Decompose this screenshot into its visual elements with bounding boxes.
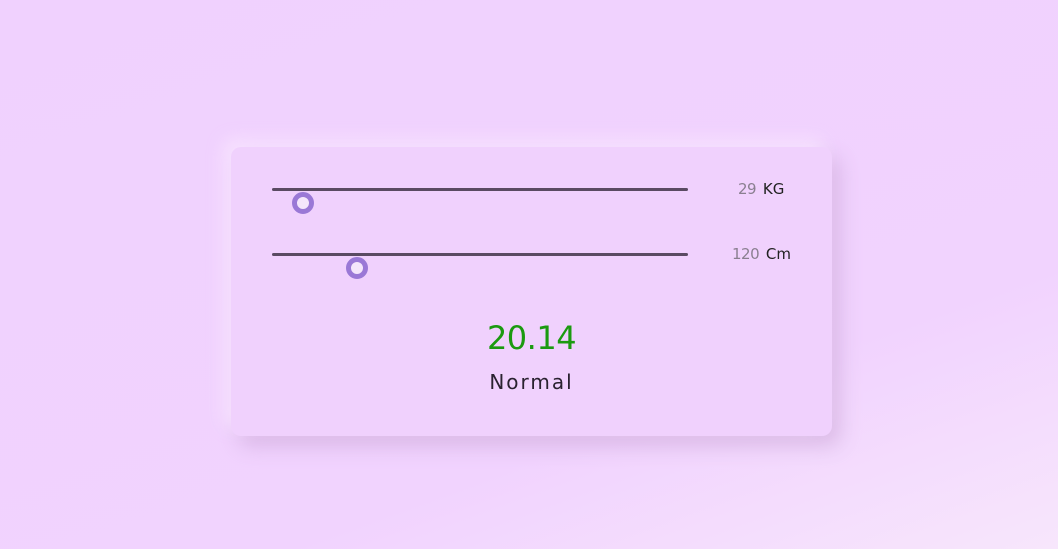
bmi-calculator-card: 29 KG 120 Cm 20.14 Normal xyxy=(231,147,832,436)
weight-slider-track[interactable] xyxy=(272,188,688,214)
height-unit: Cm xyxy=(765,245,792,263)
height-value: 120 xyxy=(732,245,760,263)
bmi-status: Normal xyxy=(489,370,574,394)
weight-readout: 29 KG xyxy=(738,180,784,198)
bmi-value: 20.14 xyxy=(486,319,577,357)
weight-value: 29 xyxy=(738,180,757,198)
weight-slider-thumb[interactable] xyxy=(292,192,315,214)
weight-unit: KG xyxy=(762,180,785,198)
height-slider-track[interactable] xyxy=(272,253,688,279)
height-slider-row: 120 Cm xyxy=(272,239,812,279)
height-readout: 120 Cm xyxy=(732,245,791,263)
height-slider-thumb[interactable] xyxy=(346,257,369,279)
weight-slider-row: 29 KG xyxy=(272,174,812,214)
